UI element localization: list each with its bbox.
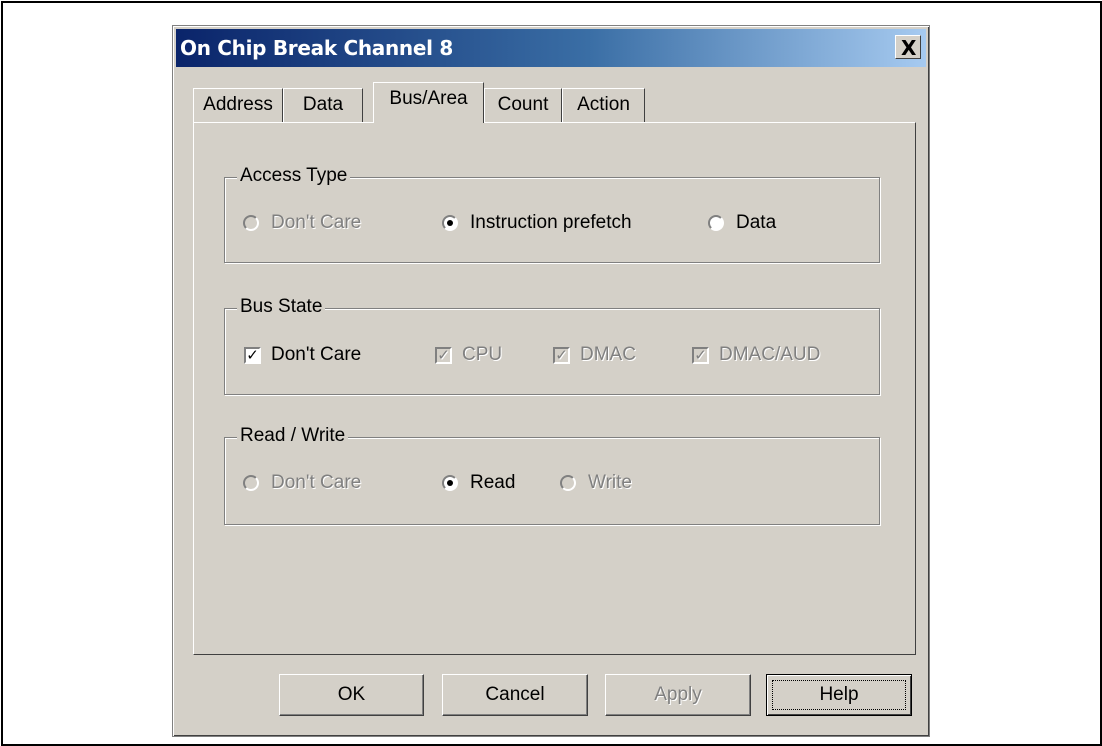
checkbox-checked-icon: ✓ — [244, 346, 261, 364]
bus-state-dont-care-checkbox[interactable]: ✓ Don't Care — [244, 344, 361, 366]
dialog-window: On Chip Break Channel 8 X Address Data B… — [172, 25, 930, 737]
checkbox-checked-icon: ✓ — [553, 346, 570, 364]
cancel-button[interactable]: Cancel — [442, 674, 588, 716]
title-bar[interactable]: On Chip Break Channel 8 X — [176, 29, 926, 67]
read-write-label: Read / Write — [237, 425, 349, 447]
help-button-label: Help — [772, 680, 906, 710]
read-write-read-radio[interactable]: Read — [442, 472, 515, 494]
tab-action[interactable]: Action — [562, 88, 645, 122]
tab-strip: Address Data Bus/Area Count Action — [193, 82, 913, 123]
radio-icon — [560, 475, 576, 491]
checkbox-checked-icon: ✓ — [435, 346, 452, 364]
bus-state-label: Bus State — [237, 296, 326, 318]
close-button[interactable]: X — [895, 35, 921, 60]
radio-icon — [243, 475, 259, 491]
tab-count[interactable]: Count — [484, 88, 562, 122]
radio-checked-icon — [442, 475, 458, 491]
bus-state-cpu-checkbox[interactable]: ✓ CPU — [435, 344, 502, 366]
checkbox-checked-icon: ✓ — [692, 346, 709, 364]
tab-data[interactable]: Data — [283, 88, 363, 122]
apply-button[interactable]: Apply — [605, 674, 751, 716]
radio-icon — [708, 215, 724, 231]
bus-state-group: Bus State ✓ Don't Care ✓ CPU ✓ DMAC ✓ DM… — [224, 296, 880, 395]
bus-state-dmac-aud-checkbox[interactable]: ✓ DMAC/AUD — [692, 344, 820, 366]
tab-bus-area[interactable]: Bus/Area — [373, 82, 484, 123]
read-write-write-radio[interactable]: Write — [560, 472, 632, 494]
dialog-title: On Chip Break Channel 8 — [180, 36, 453, 60]
radio-icon — [243, 215, 259, 231]
read-write-dont-care-radio[interactable]: Don't Care — [243, 472, 361, 494]
access-type-label: Access Type — [237, 165, 351, 187]
access-type-dont-care-radio[interactable]: Don't Care — [243, 212, 361, 234]
ok-button[interactable]: OK — [279, 674, 424, 716]
help-button[interactable]: Help — [766, 674, 912, 716]
tab-panel-bus-area: Access Type Don't Care Instruction prefe… — [193, 122, 916, 655]
read-write-group: Read / Write Don't Care Read Write — [224, 425, 880, 525]
close-icon: X — [901, 36, 917, 60]
radio-checked-icon — [442, 215, 458, 231]
tab-address[interactable]: Address — [193, 88, 283, 122]
access-type-data-radio[interactable]: Data — [708, 212, 776, 234]
access-type-instruction-prefetch-radio[interactable]: Instruction prefetch — [442, 212, 632, 234]
bus-state-dmac-checkbox[interactable]: ✓ DMAC — [553, 344, 636, 366]
access-type-group: Access Type Don't Care Instruction prefe… — [224, 165, 880, 263]
